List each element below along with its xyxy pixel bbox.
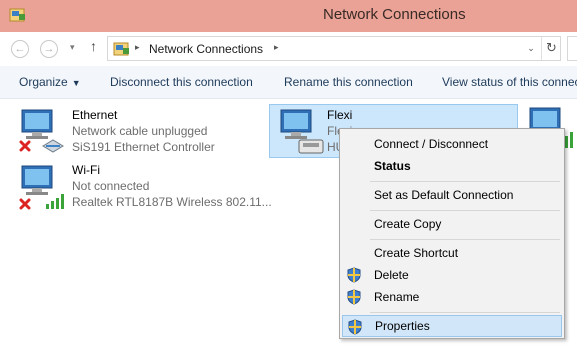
address-dropdown-button[interactable]: ⌄	[521, 37, 540, 60]
disconnect-button[interactable]: Disconnect this connection	[110, 75, 253, 89]
connection-status: Not connected	[72, 179, 150, 193]
title-bar[interactable]: Network Connections	[0, 0, 577, 32]
command-bar: Organize ▼ Disconnect this connection Ren…	[0, 66, 577, 99]
menu-item-properties[interactable]: Properties	[342, 315, 562, 337]
menu-item-label: Connect / Disconnect	[374, 137, 489, 151]
menu-item-create-shortcut[interactable]: Create Shortcut	[342, 242, 562, 264]
menu-item-connect-disconnect[interactable]: Connect / Disconnect	[342, 133, 562, 155]
uac-shield-icon	[347, 289, 361, 305]
connection-name: Wi-Fi	[72, 163, 100, 177]
context-menu: Connect / Disconnect Status Set as Defau…	[339, 128, 565, 339]
refresh-button[interactable]: ↻	[541, 37, 561, 60]
network-folder-icon[interactable]	[9, 7, 27, 23]
address-row: ← → ▾ ↑ ▸ Network Connections ▸ ⌄ ↻	[0, 32, 577, 66]
connection-device: Realtek RTL8187B Wireless 802.11...	[72, 195, 272, 209]
error-x-icon	[19, 140, 31, 152]
back-arrow-icon: ←	[14, 43, 26, 55]
menu-item-label: Create Shortcut	[374, 246, 459, 260]
connection-item-wifi[interactable]: Wi-Fi Not connected Realtek RTL8187B Wir…	[0, 158, 272, 214]
organize-menu-button[interactable]: Organize ▼	[19, 75, 81, 89]
chevron-down-icon: ▾	[70, 42, 75, 52]
refresh-icon: ↻	[546, 40, 557, 55]
back-button[interactable]: ←	[11, 40, 29, 58]
chevron-down-icon: ⌄	[527, 43, 535, 53]
menu-item-status[interactable]: Status	[342, 155, 562, 177]
dropdown-caret-icon: ▼	[71, 78, 81, 88]
rename-connection-button[interactable]: Rename this connection	[284, 75, 413, 89]
menu-separator	[370, 181, 560, 182]
dialup-modem-icon	[280, 109, 324, 154]
up-arrow-icon: ↑	[90, 38, 97, 54]
menu-item-label: Create Copy	[374, 217, 442, 231]
menu-item-rename[interactable]: Rename	[342, 286, 562, 308]
connection-name: Ethernet	[72, 108, 118, 122]
connection-device: SiS191 Ethernet Controller	[72, 140, 215, 154]
forward-arrow-icon: →	[43, 43, 55, 55]
network-folder-icon	[113, 42, 129, 56]
connection-status: Network cable unplugged	[72, 124, 208, 138]
menu-item-label: Set as Default Connection	[374, 188, 514, 202]
view-status-button[interactable]: View status of this connec	[442, 75, 577, 89]
menu-item-label: Status	[374, 159, 411, 173]
menu-item-label: Rename	[374, 290, 420, 304]
organize-label: Organize	[19, 75, 68, 89]
address-bar[interactable]: ▸ Network Connections ▸ ⌄ ↻	[107, 36, 561, 61]
menu-item-create-copy[interactable]: Create Copy	[342, 213, 562, 235]
connection-item-ethernet[interactable]: Ethernet Network cable unplugged SiS191 …	[0, 100, 260, 156]
breadcrumb-network-connections[interactable]: Network Connections	[149, 42, 263, 56]
menu-item-label: Properties	[375, 319, 430, 333]
breadcrumb-separator-icon[interactable]: ▸	[135, 42, 140, 53]
menu-separator	[370, 210, 560, 211]
uac-shield-icon	[348, 319, 362, 335]
menu-item-set-default[interactable]: Set as Default Connection	[342, 184, 562, 206]
breadcrumb-separator-icon[interactable]: ▸	[274, 42, 279, 53]
menu-item-delete[interactable]: Delete	[342, 264, 562, 286]
forward-button[interactable]: →	[40, 40, 58, 58]
search-input[interactable]	[567, 36, 577, 61]
up-button[interactable]: ↑	[90, 38, 97, 54]
menu-item-label: Delete	[374, 268, 409, 282]
uac-shield-icon	[347, 267, 361, 283]
menu-separator	[370, 239, 560, 240]
menu-separator	[370, 312, 560, 313]
recent-locations-button[interactable]: ▾	[70, 42, 75, 53]
connection-name: Flexi	[327, 108, 353, 122]
window-title: Network Connections	[323, 6, 466, 23]
error-x-icon	[19, 198, 31, 210]
